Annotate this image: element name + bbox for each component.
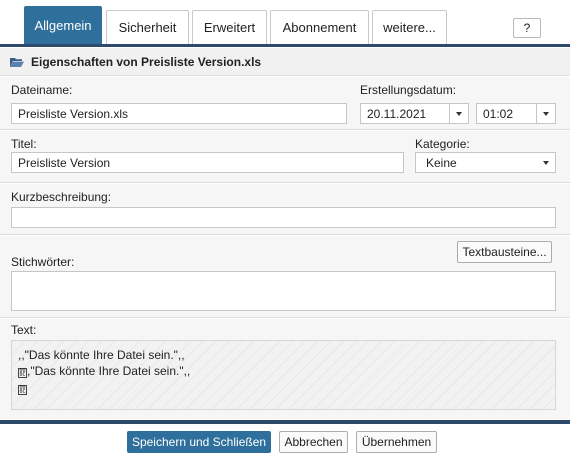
save-and-close-button[interactable]: Speichern und Schließen <box>127 431 271 453</box>
chevron-down-icon <box>543 111 549 116</box>
creation-date-label: Erstellungsdatum: <box>360 83 457 97</box>
keywords-input[interactable] <box>11 271 556 311</box>
filename-section: Dateiname: Preisliste Version.xls Erstel… <box>0 77 570 130</box>
cancel-button[interactable]: Abbrechen <box>279 431 348 453</box>
tab-sicherheit[interactable]: Sicherheit <box>106 10 189 44</box>
short-description-input[interactable] <box>11 207 556 228</box>
properties-header: Eigenschaften von Preisliste Version.xls <box>0 48 570 76</box>
category-value: Keine <box>426 155 457 170</box>
text-snippets-button[interactable]: Textbausteine... <box>457 241 552 263</box>
category-label: Kategorie: <box>415 137 470 151</box>
creation-date-value: 20.11.2021 <box>367 106 427 121</box>
creation-time-input[interactable]: 01:02 <box>476 103 556 124</box>
control-char-icon: 00 0C <box>18 368 27 378</box>
folder-open-icon <box>10 58 24 67</box>
tab-abonnement[interactable]: Abonnement <box>270 10 369 44</box>
title-value: Preisliste Version <box>18 155 111 170</box>
apply-button[interactable]: Übernehmen <box>356 431 437 453</box>
help-button[interactable]: ? <box>513 18 541 38</box>
filename-label: Dateiname: <box>11 83 73 97</box>
control-char-icon: 00 0C <box>18 385 27 395</box>
keywords-section: Stichwörter: Textbausteine... <box>0 236 570 318</box>
tab-allgemein[interactable]: Allgemein <box>24 6 102 44</box>
category-select[interactable]: Keine <box>415 152 556 173</box>
title-input[interactable]: Preisliste Version <box>11 152 404 173</box>
time-dropdown-arrow[interactable] <box>536 104 555 123</box>
text-line-3: 00 0C <box>18 381 27 395</box>
category-dropdown-arrow[interactable] <box>536 153 555 172</box>
creation-date-input[interactable]: 20.11.2021 <box>360 103 469 124</box>
chevron-down-icon <box>456 111 462 116</box>
filename-input[interactable]: Preisliste Version.xls <box>11 103 347 124</box>
text-line-1: ,,"Das könnte Ihre Datei sein.",, <box>18 348 185 362</box>
text-content-area[interactable]: ,,"Das könnte Ihre Datei sein.",, 00 0C,"… <box>11 340 556 410</box>
chevron-down-icon <box>542 160 549 165</box>
page-title: Eigenschaften von Preisliste Version.xls <box>31 55 262 69</box>
keywords-label: Stichwörter: <box>11 255 75 269</box>
footer-bar: Speichern und Schließen Abbrechen Überne… <box>0 420 570 455</box>
footer-divider <box>0 420 570 424</box>
tab-bar: Allgemein Sicherheit Erweitert Abonnemen… <box>0 0 570 47</box>
title-label: Titel: <box>11 137 37 151</box>
text-line-2: ,"Das könnte Ihre Datei sein.",, <box>27 364 191 378</box>
short-description-section: Kurzbeschreibung: <box>0 184 570 235</box>
filename-value: Preisliste Version.xls <box>18 106 129 121</box>
short-description-label: Kurzbeschreibung: <box>11 190 112 204</box>
tab-bar-divider <box>0 44 570 47</box>
text-label: Text: <box>11 323 37 337</box>
title-section: Titel: Preisliste Version Kategorie: Kei… <box>0 131 570 183</box>
text-line-2-wrap: 00 0C,"Das könnte Ihre Datei sein.",, <box>18 364 190 378</box>
tab-erweitert[interactable]: Erweitert <box>192 10 267 44</box>
date-dropdown-arrow[interactable] <box>449 104 468 123</box>
tab-weitere[interactable]: weitere... <box>372 10 447 44</box>
creation-time-value: 01:02 <box>483 106 514 121</box>
